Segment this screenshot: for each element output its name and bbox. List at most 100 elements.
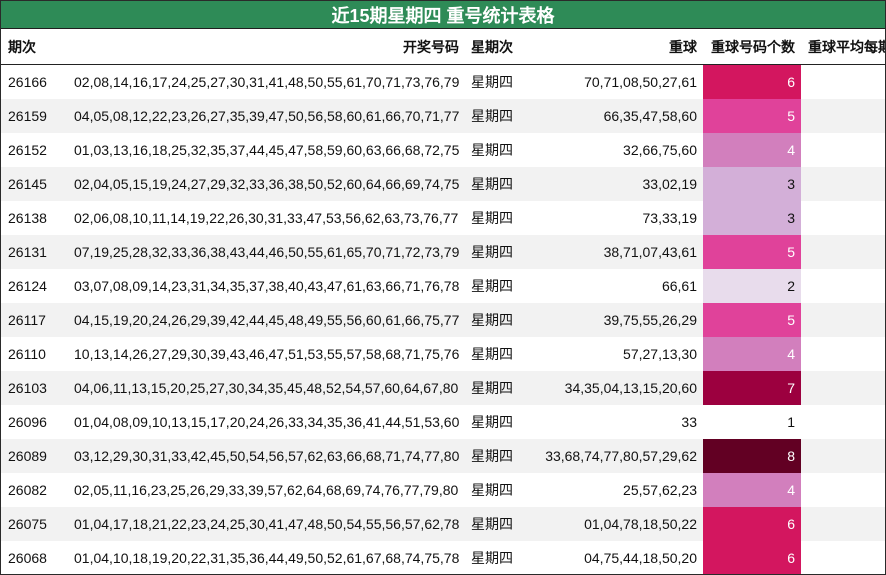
draw-numbers-cell: 01,04,10,18,19,20,22,31,35,36,44,49,50,5… bbox=[68, 541, 465, 574]
weekday-cell: 星期四 bbox=[465, 371, 527, 405]
repeat-balls-cell: 33,02,19 bbox=[527, 167, 703, 201]
repeat-number-table: 期次 开奖号码 星期次 重球 重球号码个数 重球平均每期数 2616602,08… bbox=[1, 29, 885, 574]
draw-numbers-cell: 04,06,11,13,15,20,25,27,30,34,35,45,48,5… bbox=[68, 371, 465, 405]
draw-numbers-cell: 04,05,08,12,22,23,26,27,35,39,47,50,56,5… bbox=[68, 99, 465, 133]
avg-per-period-cell: 5 bbox=[801, 439, 885, 473]
repeat-count-cell: 1 bbox=[703, 405, 801, 439]
repeat-count-cell: 4 bbox=[703, 337, 801, 371]
weekday-cell: 星期四 bbox=[465, 337, 527, 371]
header-weekday: 星期次 bbox=[465, 29, 527, 65]
header-period: 期次 bbox=[1, 29, 68, 65]
avg-per-period-cell: 5 bbox=[801, 64, 885, 99]
draw-numbers-cell: 01,04,08,09,10,13,15,17,20,24,26,33,34,3… bbox=[68, 405, 465, 439]
repeat-count-cell: 7 bbox=[703, 371, 801, 405]
draw-numbers-cell: 02,04,05,15,19,24,27,29,32,33,36,38,50,5… bbox=[68, 167, 465, 201]
period-cell: 26068 bbox=[1, 541, 68, 574]
avg-per-period-cell: 5 bbox=[801, 473, 885, 507]
table-row: 26117 04,15,19,20,24,26,29,39,42,44,45,48… bbox=[1, 303, 885, 337]
repeat-balls-cell: 25,57,62,23 bbox=[527, 473, 703, 507]
avg-per-period-cell: 5 bbox=[801, 235, 885, 269]
table-row: 26089 03,12,29,30,31,33,42,45,50,54,56,57… bbox=[1, 439, 885, 473]
weekday-cell: 星期四 bbox=[465, 64, 527, 99]
table-row: 26103 04,06,11,13,15,20,25,27,30,34,35,45… bbox=[1, 371, 885, 405]
table-row: 26159 04,05,08,12,22,23,26,27,35,39,47,50… bbox=[1, 99, 885, 133]
repeat-balls-cell: 33 bbox=[527, 405, 703, 439]
avg-per-period-cell: 5 bbox=[801, 133, 885, 167]
repeat-balls-cell: 66,61 bbox=[527, 269, 703, 303]
period-cell: 26103 bbox=[1, 371, 68, 405]
header-repeat-balls: 重球 bbox=[527, 29, 703, 65]
draw-numbers-cell: 07,19,25,28,32,33,36,38,43,44,46,50,55,6… bbox=[68, 235, 465, 269]
table-body: 26166 02,08,14,16,17,24,25,27,30,31,41,48… bbox=[1, 64, 885, 574]
draw-numbers-cell: 04,15,19,20,24,26,29,39,42,44,45,48,49,5… bbox=[68, 303, 465, 337]
avg-per-period-cell: 5 bbox=[801, 99, 885, 133]
header-repeat-count: 重球号码个数 bbox=[703, 29, 801, 65]
lottery-repeat-table-panel: 近15期星期四 重号统计表格 期次 开奖号码 星期次 重球 重球号码个数 重球平… bbox=[0, 0, 886, 575]
period-cell: 26075 bbox=[1, 507, 68, 541]
repeat-count-cell: 5 bbox=[703, 303, 801, 337]
avg-per-period-cell: 5 bbox=[801, 167, 885, 201]
avg-per-period-cell: 5 bbox=[801, 201, 885, 235]
weekday-cell: 星期四 bbox=[465, 167, 527, 201]
repeat-balls-cell: 73,33,19 bbox=[527, 201, 703, 235]
weekday-cell: 星期四 bbox=[465, 439, 527, 473]
avg-per-period-cell: 5 bbox=[801, 337, 885, 371]
period-cell: 26096 bbox=[1, 405, 68, 439]
repeat-balls-cell: 33,68,74,77,80,57,29,62 bbox=[527, 439, 703, 473]
table-row: 26075 01,04,17,18,21,22,23,24,25,30,41,47… bbox=[1, 507, 885, 541]
draw-numbers-cell: 02,08,14,16,17,24,25,27,30,31,41,48,50,5… bbox=[68, 64, 465, 99]
avg-per-period-cell: 5 bbox=[801, 541, 885, 574]
repeat-count-cell: 3 bbox=[703, 167, 801, 201]
table-row: 26131 07,19,25,28,32,33,36,38,43,44,46,50… bbox=[1, 235, 885, 269]
avg-per-period-cell: 5 bbox=[801, 405, 885, 439]
period-cell: 26110 bbox=[1, 337, 68, 371]
repeat-balls-cell: 34,35,04,13,15,20,60 bbox=[527, 371, 703, 405]
weekday-cell: 星期四 bbox=[465, 541, 527, 574]
period-cell: 26159 bbox=[1, 99, 68, 133]
draw-numbers-cell: 02,06,08,10,11,14,19,22,26,30,31,33,47,5… bbox=[68, 201, 465, 235]
weekday-cell: 星期四 bbox=[465, 201, 527, 235]
draw-numbers-cell: 02,05,11,16,23,25,26,29,33,39,57,62,64,6… bbox=[68, 473, 465, 507]
period-cell: 26145 bbox=[1, 167, 68, 201]
period-cell: 26152 bbox=[1, 133, 68, 167]
repeat-balls-cell: 01,04,78,18,50,22 bbox=[527, 507, 703, 541]
repeat-count-cell: 5 bbox=[703, 235, 801, 269]
repeat-balls-cell: 04,75,44,18,50,20 bbox=[527, 541, 703, 574]
weekday-cell: 星期四 bbox=[465, 507, 527, 541]
weekday-cell: 星期四 bbox=[465, 235, 527, 269]
header-draw-numbers: 开奖号码 bbox=[68, 29, 465, 65]
weekday-cell: 星期四 bbox=[465, 473, 527, 507]
period-cell: 26166 bbox=[1, 64, 68, 99]
repeat-count-cell: 4 bbox=[703, 133, 801, 167]
table-row: 26145 02,04,05,15,19,24,27,29,32,33,36,38… bbox=[1, 167, 885, 201]
repeat-balls-cell: 39,75,55,26,29 bbox=[527, 303, 703, 337]
table-row: 26152 01,03,13,16,18,25,32,35,37,44,45,47… bbox=[1, 133, 885, 167]
draw-numbers-cell: 10,13,14,26,27,29,30,39,43,46,47,51,53,5… bbox=[68, 337, 465, 371]
weekday-cell: 星期四 bbox=[465, 133, 527, 167]
table-row: 26110 10,13,14,26,27,29,30,39,43,46,47,51… bbox=[1, 337, 885, 371]
repeat-count-cell: 3 bbox=[703, 201, 801, 235]
repeat-count-cell: 6 bbox=[703, 541, 801, 574]
repeat-balls-cell: 70,71,08,50,27,61 bbox=[527, 64, 703, 99]
table-row: 26166 02,08,14,16,17,24,25,27,30,31,41,48… bbox=[1, 64, 885, 99]
weekday-cell: 星期四 bbox=[465, 269, 527, 303]
header-avg-per-period: 重球平均每期数 bbox=[801, 29, 885, 65]
repeat-balls-cell: 32,66,75,60 bbox=[527, 133, 703, 167]
repeat-count-cell: 6 bbox=[703, 64, 801, 99]
draw-numbers-cell: 01,04,17,18,21,22,23,24,25,30,41,47,48,5… bbox=[68, 507, 465, 541]
weekday-cell: 星期四 bbox=[465, 405, 527, 439]
table-row: 26082 02,05,11,16,23,25,26,29,33,39,57,62… bbox=[1, 473, 885, 507]
repeat-balls-cell: 57,27,13,30 bbox=[527, 337, 703, 371]
table-row: 26138 02,06,08,10,11,14,19,22,26,30,31,33… bbox=[1, 201, 885, 235]
avg-per-period-cell: 5 bbox=[801, 269, 885, 303]
table-title: 近15期星期四 重号统计表格 bbox=[1, 1, 885, 29]
repeat-balls-cell: 38,71,07,43,61 bbox=[527, 235, 703, 269]
period-cell: 26082 bbox=[1, 473, 68, 507]
table-row: 26124 03,07,08,09,14,23,31,34,35,37,38,40… bbox=[1, 269, 885, 303]
period-cell: 26131 bbox=[1, 235, 68, 269]
period-cell: 26124 bbox=[1, 269, 68, 303]
repeat-count-cell: 2 bbox=[703, 269, 801, 303]
period-cell: 26089 bbox=[1, 439, 68, 473]
avg-per-period-cell: 5 bbox=[801, 507, 885, 541]
period-cell: 26138 bbox=[1, 201, 68, 235]
